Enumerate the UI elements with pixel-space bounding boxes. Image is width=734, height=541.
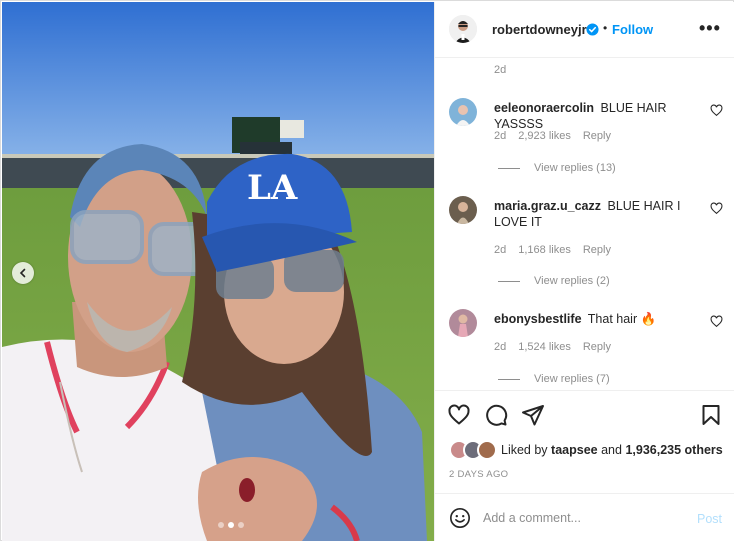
- caption-time: 2d: [494, 64, 507, 76]
- comment-like-count[interactable]: 2,923 likes: [518, 130, 571, 142]
- carousel-dot-active: [228, 522, 234, 528]
- post-header: robertdowneyjr • Follow •••: [435, 2, 734, 58]
- liker-avatars: [449, 440, 499, 460]
- selfie-image: LA: [2, 2, 434, 541]
- comment-like-heart-icon[interactable]: [710, 315, 723, 328]
- commenter-avatar[interactable]: [449, 309, 477, 337]
- commenter-avatar[interactable]: [449, 196, 477, 224]
- replies-divider-line: [498, 167, 520, 169]
- author-avatar[interactable]: [449, 15, 477, 43]
- comment-text-block: maria.graz.u_cazz BLUE HAIR I LOVE IT: [494, 198, 699, 230]
- likes-count[interactable]: 1,936,235 others: [625, 443, 722, 457]
- view-replies-label: View replies (13): [534, 162, 616, 174]
- comment-username[interactable]: maria.graz.u_cazz: [494, 199, 601, 213]
- comment-like-count[interactable]: 1,524 likes: [518, 341, 571, 353]
- likes-summary: Liked by taapsee and 1,936,235 others: [449, 439, 723, 461]
- post-dialog: LA robertdowneyjr • Follow ••• 2d eeleon…: [0, 0, 734, 541]
- post-side-panel: robertdowneyjr • Follow ••• 2d eeleonora…: [434, 2, 734, 541]
- action-bar: [435, 390, 734, 438]
- commenter-avatar-image: [449, 98, 477, 126]
- comment-like-count[interactable]: 1,168 likes: [518, 244, 571, 256]
- replies-divider-line: [498, 378, 520, 380]
- commenter-avatar-image: [449, 196, 477, 224]
- emoji-icon[interactable]: [449, 507, 471, 529]
- comment-text: That hair 🔥: [587, 312, 657, 326]
- likes-joiner: and: [601, 443, 622, 457]
- reply-button[interactable]: Reply: [583, 130, 611, 142]
- commenter-avatar-image: [449, 309, 477, 337]
- liker-avatar[interactable]: [477, 440, 497, 460]
- bookmark-icon[interactable]: [699, 403, 723, 427]
- author-avatar-image: [449, 15, 477, 43]
- chevron-left-icon: [19, 268, 26, 278]
- reply-button[interactable]: Reply: [583, 244, 611, 256]
- follow-button[interactable]: Follow: [612, 22, 653, 37]
- comment-username[interactable]: ebonysbestlife: [494, 312, 582, 326]
- header-separator: •: [603, 21, 608, 35]
- comment-text-block: ebonysbestlife That hair 🔥: [494, 311, 699, 327]
- comment-icon[interactable]: [484, 403, 508, 427]
- svg-text:LA: LA: [247, 168, 298, 208]
- comment-age: 2d: [494, 130, 507, 142]
- view-replies-button[interactable]: View replies (7): [498, 373, 610, 385]
- comment-input[interactable]: [483, 507, 683, 529]
- view-replies-button[interactable]: View replies (2): [498, 275, 610, 287]
- more-options-button[interactable]: •••: [699, 19, 721, 37]
- post-comment-button[interactable]: Post: [697, 512, 722, 526]
- likes-prefix: Liked by: [501, 443, 548, 457]
- view-replies-label: View replies (7): [534, 373, 610, 385]
- comment-text-block: eeleonoraercolin BLUE HAIR YASSSS: [494, 100, 699, 132]
- liked-by-user[interactable]: taapsee: [551, 443, 598, 457]
- likes-text: Liked by taapsee and 1,936,235 others: [501, 443, 723, 457]
- post-photo[interactable]: LA: [2, 2, 434, 541]
- carousel-dots: [218, 522, 244, 528]
- share-icon[interactable]: [521, 403, 545, 427]
- comment-meta: 2d 2,923 likes Reply: [494, 130, 611, 142]
- comment-meta: 2d 1,524 likes Reply: [494, 341, 611, 353]
- author-username[interactable]: robertdowneyjr: [492, 22, 587, 37]
- comment-like-heart-icon[interactable]: [710, 104, 723, 117]
- comment-like-heart-icon[interactable]: [710, 202, 723, 215]
- comment-meta: 2d 1,168 likes Reply: [494, 244, 611, 256]
- carousel-dot: [238, 522, 244, 528]
- previous-slide-button[interactable]: [12, 262, 34, 284]
- heart-icon[interactable]: [447, 403, 471, 427]
- comment-age: 2d: [494, 244, 507, 256]
- commenter-avatar[interactable]: [449, 98, 477, 126]
- carousel-dot: [218, 522, 224, 528]
- verified-icon: [586, 23, 599, 36]
- view-replies-label: View replies (2): [534, 275, 610, 287]
- post-date[interactable]: 2 DAYS AGO: [449, 469, 508, 480]
- reply-button[interactable]: Reply: [583, 341, 611, 353]
- comment-username[interactable]: eeleonoraercolin: [494, 101, 594, 115]
- view-replies-button[interactable]: View replies (13): [498, 162, 616, 174]
- comment-age: 2d: [494, 341, 507, 353]
- replies-divider-line: [498, 280, 520, 282]
- add-comment-bar: Post: [435, 493, 734, 541]
